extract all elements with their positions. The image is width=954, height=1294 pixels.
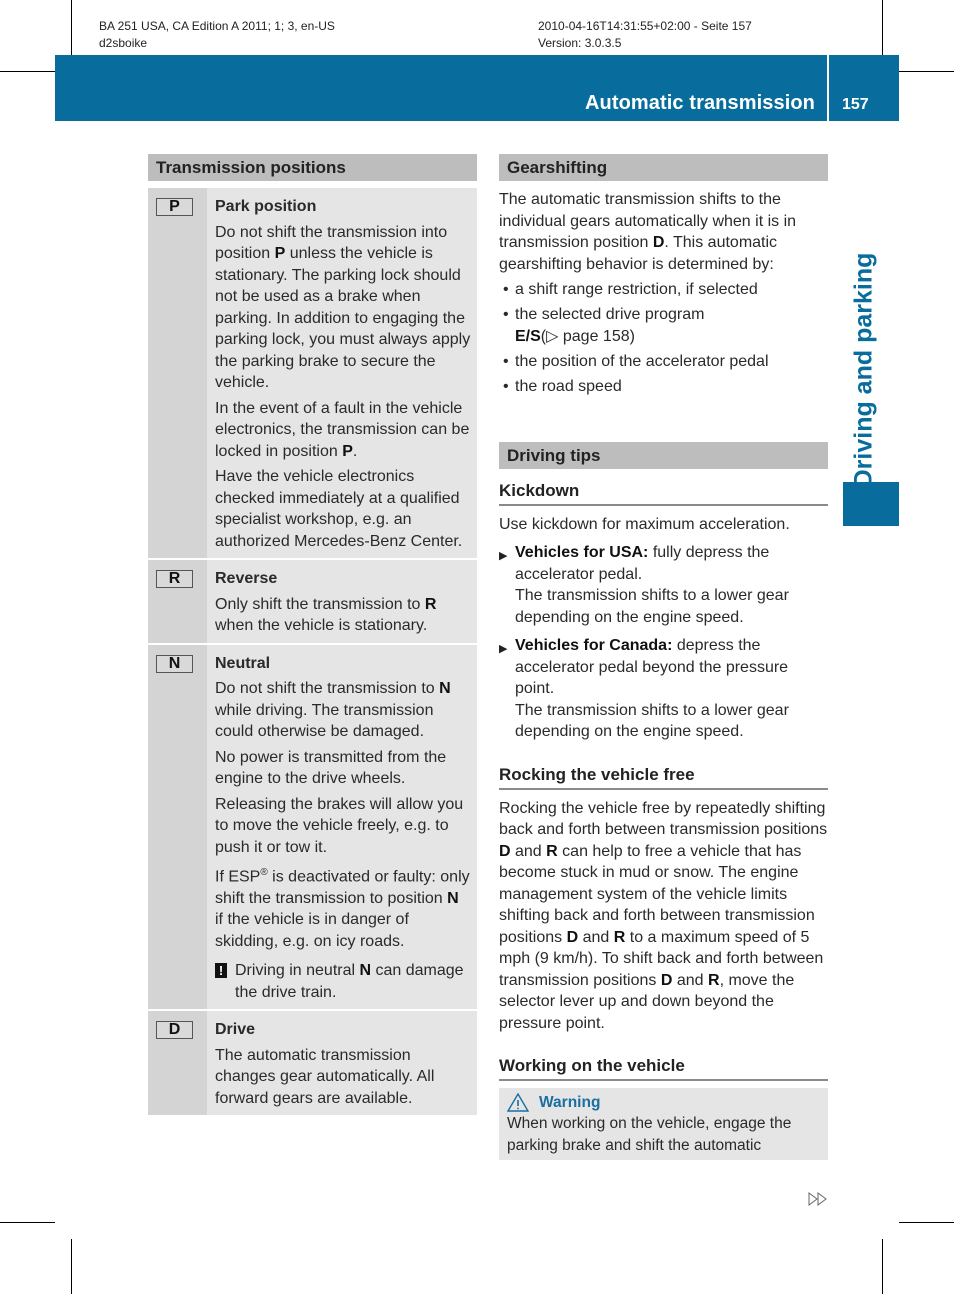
warning-triangle-icon [507, 1092, 529, 1112]
instruction-item: ▶ Vehicles for Canada: depress the accel… [499, 637, 789, 740]
rocking-paragraph: Rocking the vehicle free by repeatedly s… [499, 799, 828, 1032]
position-row-park: P Park position Do not shift the transmi… [148, 188, 477, 560]
damage-note: ! Driving in neutral N can damage the dr… [215, 960, 471, 1003]
chapter-label: Driving and parking [849, 252, 878, 488]
rocking-section: Rocking the vehicle free Rocking the veh… [499, 764, 828, 1034]
transmission-positions-table: P Park position Do not shift the transmi… [148, 188, 477, 1116]
position-paragraph: Releasing the brakes will allow you to m… [215, 795, 464, 856]
crop-mark [0, 71, 55, 72]
gearshifting-body: The automatic transmission shifts to the… [499, 189, 828, 397]
triangle-right-icon: ▶ [499, 643, 508, 655]
section-heading-gearshifting: Gearshifting [499, 154, 828, 181]
print-author: d2sboike [99, 36, 148, 50]
crop-mark [71, 1239, 72, 1294]
crop-mark [899, 1222, 954, 1223]
crop-mark [899, 71, 954, 72]
triangle-right-icon: ▶ [499, 550, 508, 562]
bullet-item: the road speed [499, 376, 828, 398]
position-paragraph: Do not shift the transmission into posit… [215, 223, 471, 392]
warning-text: When working on the vehicle, engage the … [507, 1115, 792, 1154]
print-meta-right: 2010-04-16T14:31:55+02:00 - Seite 157 Ve… [538, 18, 752, 52]
warning-label: Warning [539, 1093, 601, 1111]
page-number-box: 157 [829, 55, 899, 121]
position-paragraph: The automatic transmission changes gear … [215, 1046, 435, 1107]
double-triangle-right-icon [808, 1192, 827, 1206]
bullet-item: the selected drive programE/S(▷ page 158… [499, 304, 828, 347]
position-key-n: N [156, 654, 193, 673]
position-title: Reverse [215, 570, 278, 587]
kickdown-section: Kickdown Use kickdown for maximum accele… [499, 480, 828, 743]
position-key-r: R [156, 570, 193, 588]
page-reference-link[interactable]: (▷ page 158) [541, 328, 635, 345]
position-paragraph: Have the vehicle electronics checked imm… [215, 468, 463, 550]
print-meta-left: BA 251 USA, CA Edition A 2011; 1; 3, en-… [99, 18, 335, 52]
section-heading-transmission-positions: Transmission positions [148, 154, 477, 181]
page-title: Automatic transmission [584, 92, 815, 114]
position-paragraph: Only shift the transmission to R when th… [215, 595, 437, 635]
header-bar: Automatic transmission [55, 55, 827, 121]
bullet-item: a shift range restriction, if selected [499, 279, 828, 301]
chapter-tab: Driving and parking [824, 253, 904, 488]
print-edition: BA 251 USA, CA Edition A 2011; 1; 3, en-… [99, 19, 335, 33]
position-key-d: D [156, 1021, 193, 1040]
chapter-tab-marker [843, 482, 899, 526]
position-paragraph: No power is transmitted from the engine … [215, 748, 447, 788]
position-paragraph: In the event of a fault in the vehicle e… [215, 399, 470, 460]
kickdown-intro: Use kickdown for maximum acceleration. [499, 515, 790, 533]
print-timestamp: 2010-04-16T14:31:55+02:00 - Seite 157 [538, 19, 752, 33]
warning-box: Warning When working on the vehicle, eng… [499, 1087, 828, 1160]
page-number: 157 [842, 96, 869, 113]
section-heading-driving-tips: Driving tips [499, 442, 828, 469]
subheading-rocking: Rocking the vehicle free [499, 764, 828, 790]
print-version: Version: 3.0.3.5 [538, 36, 622, 50]
exclamation-icon: ! [215, 963, 227, 979]
working-section: Working on the vehicle Warning When work… [499, 1055, 828, 1160]
position-row-drive: D Drive The automatic transmission chang… [148, 1011, 477, 1116]
position-title: Park position [215, 198, 317, 215]
crop-mark [0, 1222, 55, 1223]
bullet-item: the position of the accelerator pedal [499, 351, 828, 373]
crop-mark [882, 0, 883, 55]
gearshifting-intro: The automatic transmission shifts to the… [499, 191, 797, 273]
subheading-kickdown: Kickdown [499, 480, 828, 506]
position-row-neutral: N Neutral Do not shift the transmission … [148, 644, 477, 1012]
position-title: Drive [215, 1021, 256, 1039]
crop-mark [71, 0, 72, 55]
position-row-reverse: R Reverse Only shift the transmission to… [148, 560, 477, 645]
position-title: Neutral [215, 654, 271, 672]
position-paragraph: Do not shift the transmission to N while… [215, 680, 451, 740]
instruction-item: ▶ Vehicles for USA: fully depress the ac… [499, 544, 789, 626]
position-key-p: P [156, 198, 193, 216]
crop-mark [882, 1239, 883, 1294]
esp-paragraph: If ESP® is deactivated or faulty: only s… [215, 867, 470, 950]
subheading-working: Working on the vehicle [499, 1055, 828, 1081]
